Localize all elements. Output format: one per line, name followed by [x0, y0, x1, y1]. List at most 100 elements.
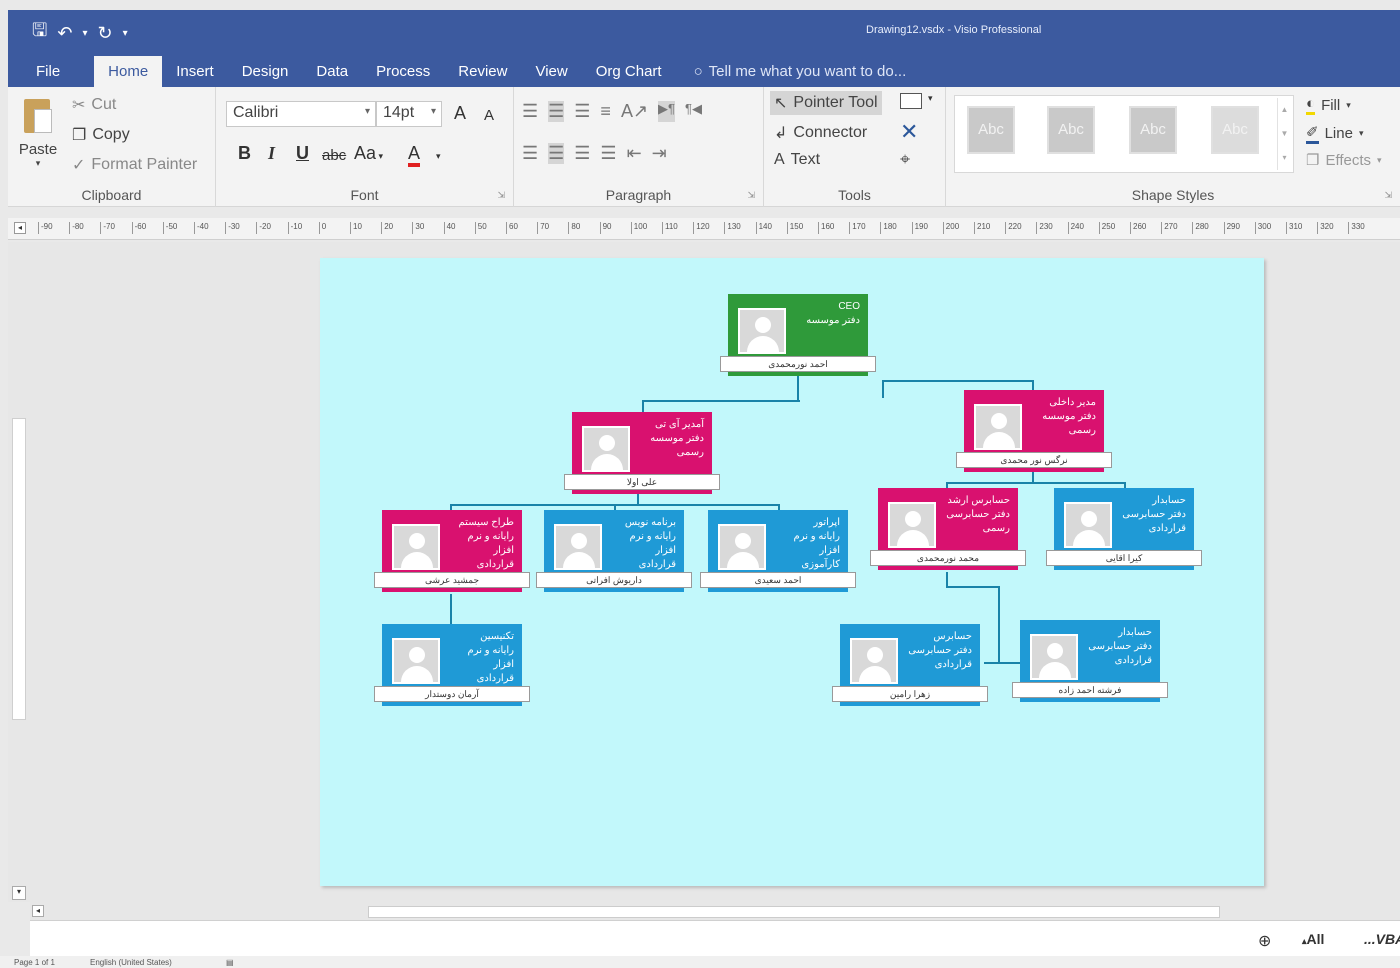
vertical-scrollbar[interactable] [12, 418, 26, 720]
tab-data[interactable]: Data [302, 56, 362, 87]
strikethrough-button[interactable]: abc [322, 147, 346, 164]
horizontal-ruler: ◂ -90 -80 -70 -60 -50 -40 -30 -20 -10 0 10 20 30 40 50… [8, 218, 1400, 240]
save-icon[interactable]: 🖫 [32, 18, 47, 48]
redo-icon[interactable]: ↻ [97, 23, 112, 44]
align-center-icon[interactable]: ☰ [548, 143, 565, 164]
node-department-cont: افزار [493, 545, 514, 556]
align-middle-icon[interactable]: ☰ [548, 101, 565, 122]
font-color-button[interactable]: A [408, 143, 421, 167]
ruler-tick: 40 [443, 222, 456, 234]
format-painter-button[interactable]: ✓ Format Painter [72, 155, 197, 175]
underline-button[interactable]: U [296, 143, 309, 164]
tab-file[interactable]: File [22, 56, 74, 87]
language-indicator[interactable]: English (United States) [90, 958, 172, 967]
tab-org-chart[interactable]: Org Chart [582, 56, 676, 87]
chevron-down-icon[interactable]: ▾ [928, 93, 933, 104]
cut-button[interactable]: ✂ Cut [72, 95, 116, 115]
all-pages-button[interactable]: ▴All [1302, 931, 1324, 947]
bullets-icon[interactable]: ≡ [600, 101, 611, 122]
tab-view[interactable]: View [521, 56, 581, 87]
scrollbar-thumb[interactable] [368, 906, 1220, 918]
customize-qat-icon[interactable]: ▾ [123, 28, 128, 39]
font-family-select[interactable]: Calibri ▾ [226, 101, 376, 127]
vba-page-tab[interactable]: ...VBA [1364, 931, 1400, 947]
org-node-auditor[interactable]: حسابرس دفتر حسابرسی قراردادی زهرا رامین [832, 624, 988, 706]
style-swatch-3[interactable]: Abc [1129, 106, 1177, 154]
org-node-technician[interactable]: تکنیسین رایانه و نرم افزار قراردادی آرمان د… [374, 624, 530, 706]
dropdown-icon[interactable]: ▾ [82, 28, 87, 39]
add-page-icon[interactable]: ⊕ [1258, 931, 1271, 951]
tab-home[interactable]: Home [94, 56, 163, 87]
shrink-font-button[interactable]: A [484, 107, 494, 124]
font-size-select[interactable]: 14pt ▾ [376, 101, 442, 127]
ruler-corner-icon[interactable]: ◂ [14, 222, 26, 234]
tell-me-box[interactable]: ○ Tell me what you want to do... [676, 56, 907, 87]
fill-button[interactable]: ◐ Fill ▾ [1306, 95, 1351, 115]
increase-indent-icon[interactable]: ⇥ [652, 143, 667, 164]
ruler-tick: 30 [412, 222, 424, 234]
connector-line [1032, 380, 1034, 390]
close-icon[interactable]: ✕ [900, 119, 918, 145]
org-node-internal-manager[interactable]: مدیر داخلی دفتر موسسه رسمی نرگس نور محمدی [956, 390, 1112, 472]
style-swatch-1[interactable]: Abc [967, 106, 1015, 154]
align-right-icon[interactable]: ☰ [574, 143, 590, 164]
effects-button[interactable]: ❐ Effects ▾ [1306, 151, 1382, 170]
font-size-value: 14pt [383, 104, 415, 121]
org-node-designer[interactable]: طراح سیستم رایانه و نرم افزار قراردادی جمشی… [374, 510, 530, 592]
ltr-icon[interactable]: ▶¶ [658, 101, 676, 122]
font-color-dropdown[interactable]: ▾ [436, 151, 441, 162]
tab-insert[interactable]: Insert [162, 56, 228, 87]
line-button[interactable]: ✐ Line ▾ [1306, 123, 1363, 144]
avatar [718, 524, 766, 570]
tab-review[interactable]: Review [444, 56, 521, 87]
org-node-it-manager[interactable]: آمدیر آی تی دفتر موسسه رسمی علی اولا [564, 412, 720, 494]
undo-icon[interactable]: ↶ [57, 23, 72, 44]
org-node-operator[interactable]: اپراتور رایانه و نرم افزار کارآموزی احمد سع… [700, 510, 856, 592]
change-case-button[interactable]: Aa ▾ [354, 143, 383, 164]
dialog-launcher-icon[interactable]: ⇲ [1384, 190, 1392, 201]
node-name: علی اولا [564, 474, 720, 490]
text-rotate-icon[interactable]: A↗ [621, 101, 648, 122]
align-bottom-icon[interactable]: ☰ [574, 101, 590, 122]
connector-line [984, 662, 1020, 664]
tab-process[interactable]: Process [362, 56, 444, 87]
scroll-left-icon[interactable]: ◂ [32, 905, 44, 917]
avatar [554, 524, 602, 570]
bold-button[interactable]: B [238, 143, 251, 164]
decrease-indent-icon[interactable]: ⇤ [627, 143, 642, 164]
horizontal-scrollbar[interactable]: ◂ [30, 902, 1400, 920]
style-swatch-2[interactable]: Abc [1047, 106, 1095, 154]
paste-button[interactable]: Paste ▾ [16, 95, 60, 169]
org-node-accountant[interactable]: حسابدار دفتر حسابرسی قراردادی کیرا اقایی [1046, 488, 1202, 570]
align-top-icon[interactable]: ☰ [522, 101, 538, 122]
rectangle-icon[interactable] [900, 93, 922, 109]
org-node-lead-auditor[interactable]: حسابرس ارشد دفتر حسابرسی رسمی محمد نورمحمد… [870, 488, 1026, 570]
connector-button[interactable]: ↲ Connector [774, 123, 867, 143]
scroll-down-icon[interactable]: ▾ [12, 886, 26, 900]
shape-styles-group-label: Shape Styles [1131, 187, 1215, 203]
connector-line [797, 376, 799, 400]
org-node-programmer[interactable]: برنامه نویس رایانه و نرم افزار قراردادی دار… [536, 510, 692, 592]
style-swatch-4[interactable]: Abc [1211, 106, 1259, 154]
pointer-tool-button[interactable]: ↖ Pointer Tool [770, 91, 882, 115]
connector-label: Connector [793, 124, 868, 141]
node-name: کیرا اقایی [1046, 550, 1202, 566]
justify-icon[interactable]: ☰ [600, 143, 616, 164]
dialog-launcher-icon[interactable]: ⇲ [497, 190, 505, 201]
page-number[interactable]: Page 1 of 1 [14, 958, 55, 967]
dialog-launcher-icon[interactable]: ⇲ [747, 190, 755, 201]
align-left-icon[interactable]: ☰ [522, 143, 538, 164]
org-node-accountant-2[interactable]: حسابدار دفتر حسابرسی قراردادی فرشته احمد ز… [1012, 620, 1168, 702]
italic-button[interactable]: I [268, 143, 275, 164]
tab-design[interactable]: Design [228, 56, 303, 87]
drawing-page[interactable]: CEO دفتر موسسه احمد نورمحمدی آمدیر آی تی د… [320, 258, 1264, 886]
text-tool-button[interactable]: A Text [774, 151, 820, 169]
macro-icon[interactable]: ▤ [226, 958, 234, 967]
grow-font-button[interactable]: A [454, 103, 466, 124]
connection-point-icon[interactable]: ⌖ [900, 149, 910, 170]
rtl-icon[interactable]: ¶◀ [685, 101, 702, 122]
gallery-scroll[interactable]: ▲ ▼ ▾ [1277, 98, 1291, 170]
copy-button[interactable]: ❐ Copy [72, 125, 130, 145]
org-node-ceo[interactable]: CEO دفتر موسسه احمد نورمحمدی [720, 294, 876, 376]
node-name: احمد نورمحمدی [720, 356, 876, 372]
